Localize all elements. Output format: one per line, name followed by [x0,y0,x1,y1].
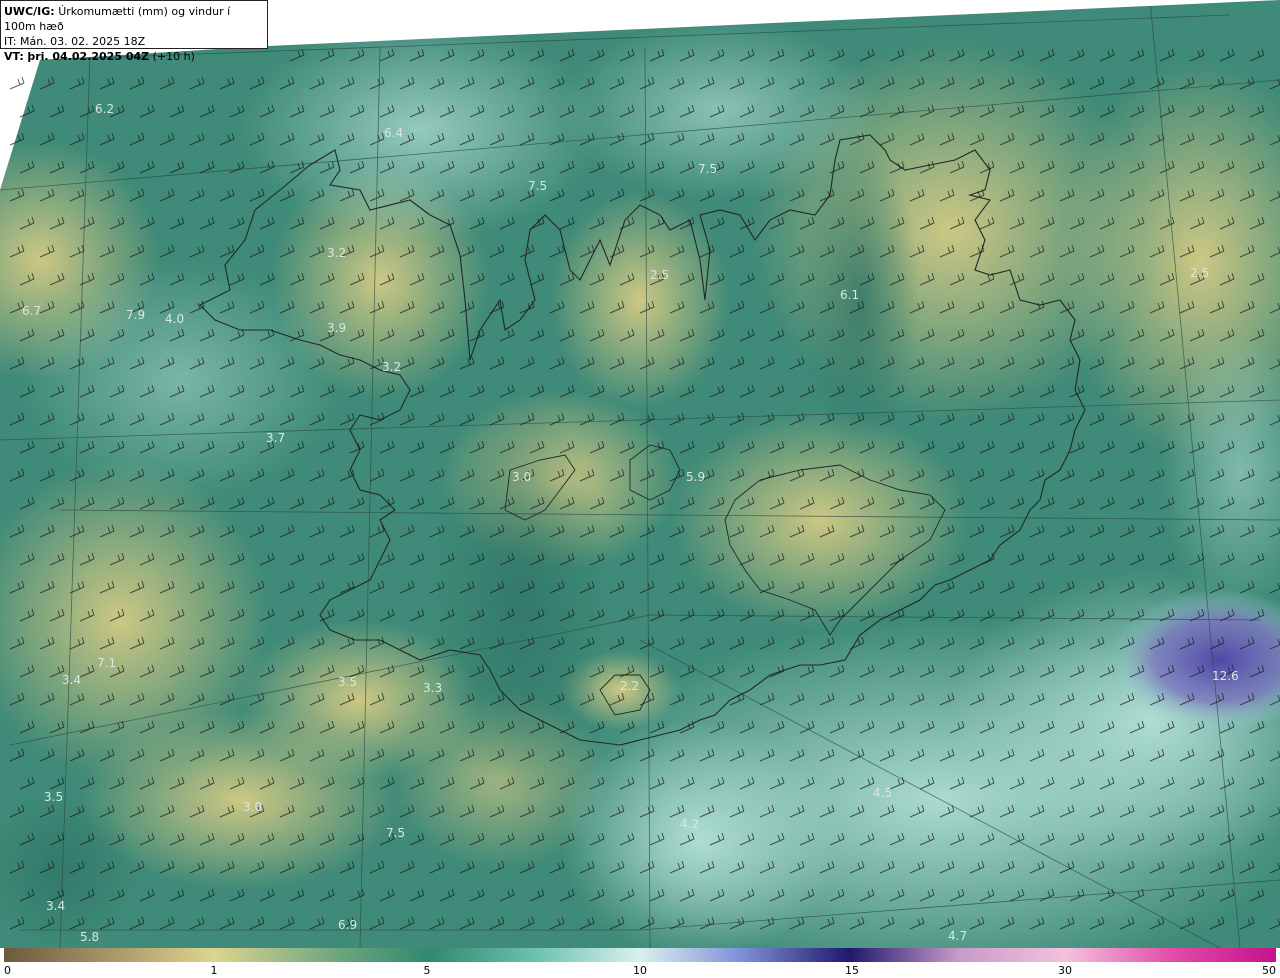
precip-value-label: 4.2 [680,817,699,831]
map-header: UWC/IG: Úrkomumætti (mm) og vindur í 100… [0,0,268,63]
precip-value-label: 7.5 [698,162,717,176]
precip-value-label: 3.7 [266,431,285,445]
lead-time: (+10 h) [152,50,195,63]
precip-value-label: 3.0 [243,800,262,814]
scale-tick-15: 15 [845,964,859,977]
it-label: IT: [4,35,17,48]
precipitation-field [0,0,1280,948]
precip-value-label: 2.5 [1190,266,1209,280]
product-code: UWC/IG: [4,5,55,18]
precip-value-label: 3.0 [512,470,531,484]
precip-value-label: 7.5 [528,179,547,193]
precip-value-label: 7.1 [97,656,116,670]
precip-value-label: 12.6 [1212,669,1239,683]
precip-value-label: 5.9 [686,470,705,484]
init-time: Mán. 03. 02. 2025 18Z [19,35,146,48]
precip-value-label: 6.9 [338,918,357,932]
precip-value-label: 3.9 [327,321,346,335]
precip-value-label: 4.5 [873,786,892,800]
valid-time: þri. 04.02.2025 04Z [27,50,150,63]
precip-value-label: 4.7 [948,929,967,943]
precip-value-label: 4.0 [165,312,184,326]
precip-value-label: 3.2 [382,360,401,374]
precip-value-label: 3.4 [46,899,65,913]
precip-value-label: 3.5 [338,675,357,689]
precip-value-label: 3.2 [327,246,346,260]
precip-value-label: 3.3 [423,681,442,695]
precip-value-label: 7.5 [386,826,405,840]
precip-value-label: 6.7 [22,304,41,318]
scale-tick-5: 5 [423,964,431,977]
precip-value-label: 6.1 [840,288,859,302]
scale-tick-1: 1 [210,964,218,977]
scale-tick-30: 30 [1058,964,1072,977]
precip-value-label: 6.2 [95,102,114,116]
precip-value-label: 5.8 [80,930,99,944]
precip-value-label: 6.4 [384,126,403,140]
scale-tick-0: 0 [4,964,11,977]
scale-tick-10: 10 [633,964,647,977]
scale-tick-50: 50 [1262,964,1276,977]
precip-value-label: 3.4 [62,673,81,687]
color-scale: 0 1 5 10 15 30 50 [0,948,1280,978]
precip-value-label: 7.9 [126,308,145,322]
precip-value-label: 2.2 [620,679,639,693]
precip-value-label: 2.5 [650,268,669,282]
precipitation-wind-map: 6.2 6.4 7.5 7.5 3.2 2.5 6.1 2.5 6.7 7.9 4.0 3.9 3.2 3… [0,0,1280,948]
color-scale-bar [4,948,1276,962]
vt-label: VT: [4,50,24,63]
precip-value-label: 3.5 [44,790,63,804]
